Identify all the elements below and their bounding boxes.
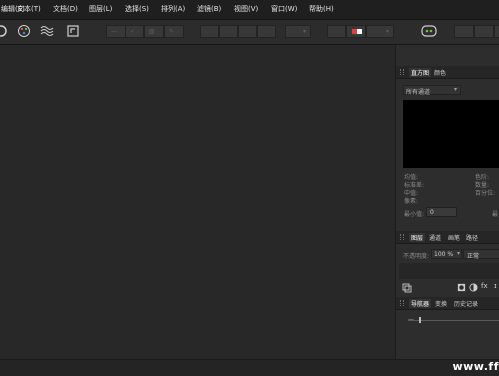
histogram-panel-tabs: 直方图 颜色 [396, 66, 499, 79]
tab-history[interactable]: 历史记录 [454, 299, 478, 308]
panel-grip-icon[interactable] [400, 234, 404, 240]
toolbar: — ✓ ▧ ✎ ▾ ▾ [0, 20, 499, 45]
toolbar-button-9[interactable] [327, 25, 346, 38]
histogram-graph [403, 100, 499, 168]
fx-icon[interactable]: fx [481, 282, 488, 290]
zoom-slider-track[interactable] [408, 320, 499, 321]
min-value: 0 [430, 209, 434, 216]
develop-persona-icon[interactable] [17, 24, 31, 38]
opacity-value: 100 % [434, 251, 454, 258]
adjustment-icon[interactable] [469, 283, 478, 292]
tab-channels[interactable]: 通道 [429, 233, 441, 242]
tab-histogram[interactable]: 直方图 [409, 68, 432, 77]
zoom-out-icon[interactable]: — [408, 316, 414, 323]
export-persona-icon[interactable] [66, 24, 80, 38]
toolbar-button-10[interactable] [454, 25, 474, 38]
tone-mapping-persona-icon[interactable] [40, 24, 54, 38]
toolbar-button-5[interactable] [200, 25, 219, 38]
menu-item-help[interactable]: 帮助(H) [309, 4, 334, 14]
max-value-label: 最 [492, 211, 499, 218]
menu-bar: 编辑(E) 文本(T) 文档(D) 图层(L) 选择(S) 排列(A) 滤镜(B… [0, 0, 499, 20]
toolbar-button-4[interactable]: ✎ [164, 25, 184, 38]
status-bar: www.ff [0, 359, 499, 376]
tab-layers[interactable]: 图层 [409, 233, 426, 242]
min-value-field[interactable]: 0 [426, 207, 457, 217]
watermark-text: www.ff [452, 360, 499, 373]
toolbar-button-11[interactable] [474, 25, 494, 38]
tab-navigator[interactable]: 导航器 [409, 299, 432, 308]
toolbar-button-7[interactable] [238, 25, 257, 38]
stat-pixels-label: 像素: [404, 198, 419, 205]
persona-icon[interactable] [0, 24, 8, 38]
color-dropdown[interactable]: ▾ [366, 25, 394, 38]
blend-mode-select[interactable]: 正常 [463, 249, 499, 260]
toolbar-button-8[interactable] [257, 25, 276, 38]
panel-grip-icon[interactable] [400, 300, 404, 306]
menu-item-view[interactable]: 视图(V) [234, 4, 258, 14]
menu-item-arrange[interactable]: 排列(A) [161, 4, 185, 14]
menu-item-layer[interactable]: 图层(L) [89, 4, 112, 14]
panel-grip-icon[interactable] [400, 69, 404, 75]
layers-panel-tabs: 图层 通道 画笔 路径 [396, 231, 499, 244]
toolbar-dropdown[interactable]: ▾ [285, 25, 311, 38]
chevron-down-icon: ▾ [453, 86, 457, 93]
toolbar-button-1[interactable]: — [106, 25, 126, 38]
mask-icon[interactable] [457, 283, 466, 292]
tab-transform[interactable]: 变换 [435, 299, 447, 308]
tab-color[interactable]: 颜色 [434, 68, 446, 77]
menu-item-text[interactable]: 文本(T) [17, 4, 41, 14]
min-value-label: 最小值: [404, 211, 425, 218]
opacity-field[interactable]: 100 % ▾ [431, 249, 462, 259]
blend-mode-value: 正常 [467, 253, 480, 260]
menu-item-select[interactable]: 选择(S) [125, 4, 149, 14]
toolbar-button-12[interactable] [494, 25, 499, 38]
right-panel: 直方图 颜色 所有通道 ▾ 均值: 标准差: 中值: 像素: 色阶: 数量: 百… [395, 45, 499, 359]
tab-paths[interactable]: 路径 [466, 233, 478, 242]
stat-percentile-label: 百分位: [475, 190, 496, 197]
chevron-down-icon: ▾ [456, 250, 460, 257]
channel-select-value: 所有通道 [406, 89, 431, 96]
color-swatch-white [357, 29, 362, 34]
menu-item-document[interactable]: 文档(D) [53, 4, 78, 14]
canvas-area[interactable] [0, 45, 395, 359]
toolbar-button-2[interactable]: ✓ [125, 25, 144, 38]
live-filter-icon[interactable]: ɪ [494, 282, 497, 290]
color-swatch-button[interactable] [346, 25, 366, 38]
layers-list[interactable] [399, 263, 499, 279]
channel-select[interactable]: 所有通道 ▾ [403, 85, 461, 96]
menu-item-window[interactable]: 窗口(W) [271, 4, 297, 14]
opacity-label: 不透明度: [403, 253, 430, 260]
zoom-slider-handle[interactable] [419, 317, 421, 323]
toolbar-button-6[interactable] [219, 25, 238, 38]
assistant-icon[interactable] [421, 24, 437, 38]
layer-options-icon[interactable] [402, 283, 412, 293]
navigator-panel-tabs: 导航器 变换 历史记录 [396, 297, 499, 310]
toolbar-button-3[interactable]: ▧ [144, 25, 164, 38]
menu-item-filter[interactable]: 滤镜(B) [197, 4, 221, 14]
tab-brushes[interactable]: 画笔 [448, 233, 460, 242]
